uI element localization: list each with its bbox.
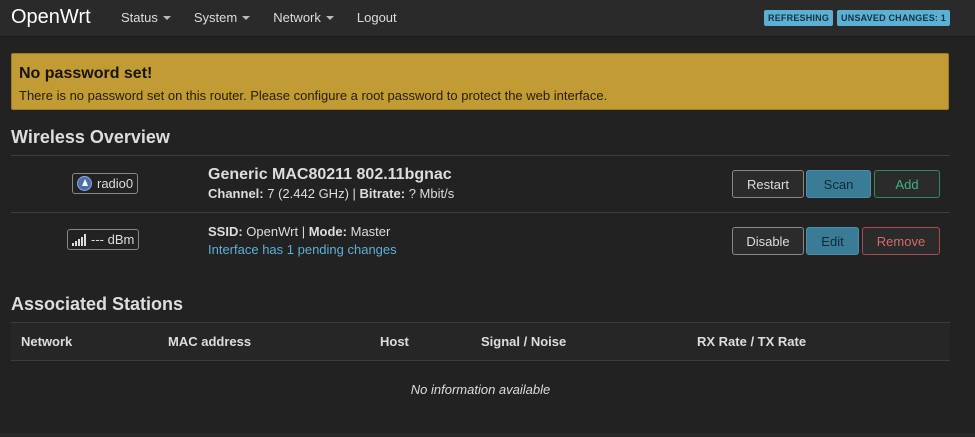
- menu-status[interactable]: Status: [121, 10, 171, 25]
- no-password-alert: No password set! There is no password se…: [11, 53, 949, 110]
- alert-title: No password set!: [19, 65, 153, 82]
- signal-tag: --- dBm: [67, 229, 140, 250]
- mode-value: Master: [350, 224, 391, 239]
- table-header-row: Network MAC address Host Signal / Noise …: [11, 322, 950, 361]
- associated-stations-title: Associated Stations: [11, 294, 184, 314]
- refreshing-badge[interactable]: REFRESHING: [764, 10, 834, 26]
- brand-logo[interactable]: OpenWrt: [11, 6, 91, 29]
- ssid-label: SSID:: [208, 224, 243, 239]
- caret-down-icon: [162, 15, 171, 20]
- column-header-rate: RX Rate / TX Rate: [687, 322, 950, 361]
- column-header-host: Host: [370, 322, 471, 361]
- disable-button[interactable]: Disable: [732, 227, 804, 255]
- menu-label: System: [193, 10, 238, 25]
- add-button[interactable]: Add: [874, 170, 940, 198]
- signal-bars-icon: [72, 233, 86, 246]
- signal-value: --- dBm: [91, 232, 135, 247]
- device-model: Generic MAC80211 802.11bgnac: [208, 166, 452, 183]
- unsaved-changes-badge[interactable]: UNSAVED CHANGES: 1: [837, 10, 950, 26]
- menu-network[interactable]: Network: [273, 10, 334, 25]
- mode-label: Mode:: [308, 224, 347, 239]
- separator: |: [301, 224, 306, 239]
- column-header-mac: MAC address: [158, 322, 370, 361]
- bitrate-value: ? Mbit/s: [408, 186, 455, 201]
- restart-button[interactable]: Restart: [732, 170, 804, 198]
- radio-device-name: radio0: [97, 176, 134, 191]
- top-navbar: OpenWrt Status System Network Logout REF…: [0, 0, 975, 37]
- interface-info: SSID: OpenWrt | Mode: Master: [208, 224, 390, 239]
- bitrate-label: Bitrate:: [359, 186, 406, 201]
- ssid-value: OpenWrt: [246, 224, 299, 239]
- no-information-message: No information available: [410, 382, 551, 397]
- caret-down-icon: [242, 15, 251, 20]
- scan-button[interactable]: Scan: [806, 170, 871, 198]
- pending-changes-note: Interface has 1 pending changes: [208, 242, 397, 257]
- caret-down-icon: [325, 15, 334, 20]
- footer-bar: [0, 433, 975, 437]
- main-menu: Status System Network Logout: [121, 10, 420, 25]
- status-badges: REFRESHING UNSAVED CHANGES: 1: [764, 10, 950, 26]
- separator: |: [352, 186, 356, 201]
- divider: [11, 155, 950, 156]
- wireless-overview-title: Wireless Overview: [11, 127, 170, 147]
- device-channel-info: Channel: 7 (2.442 GHz) | Bitrate: ? Mbit…: [208, 186, 454, 201]
- stations-table: Network MAC address Host Signal / Noise …: [11, 322, 950, 361]
- column-header-network: Network: [11, 322, 158, 361]
- column-header-signal: Signal / Noise: [471, 322, 687, 361]
- divider: [11, 212, 950, 213]
- menu-label: Logout: [356, 10, 397, 25]
- radio-tower-icon: [77, 176, 92, 191]
- remove-button[interactable]: Remove: [862, 227, 940, 255]
- menu-logout[interactable]: Logout: [357, 10, 397, 25]
- menu-label: Network: [273, 10, 321, 25]
- radio-device-tag: radio0: [72, 173, 139, 194]
- alert-message: There is no password set on this router.…: [19, 88, 608, 103]
- edit-button[interactable]: Edit: [806, 227, 859, 255]
- menu-label: Status: [121, 10, 158, 25]
- channel-value: 7 (2.442 GHz): [267, 186, 349, 201]
- menu-system[interactable]: System: [193, 10, 251, 25]
- channel-label: Channel:: [208, 186, 264, 201]
